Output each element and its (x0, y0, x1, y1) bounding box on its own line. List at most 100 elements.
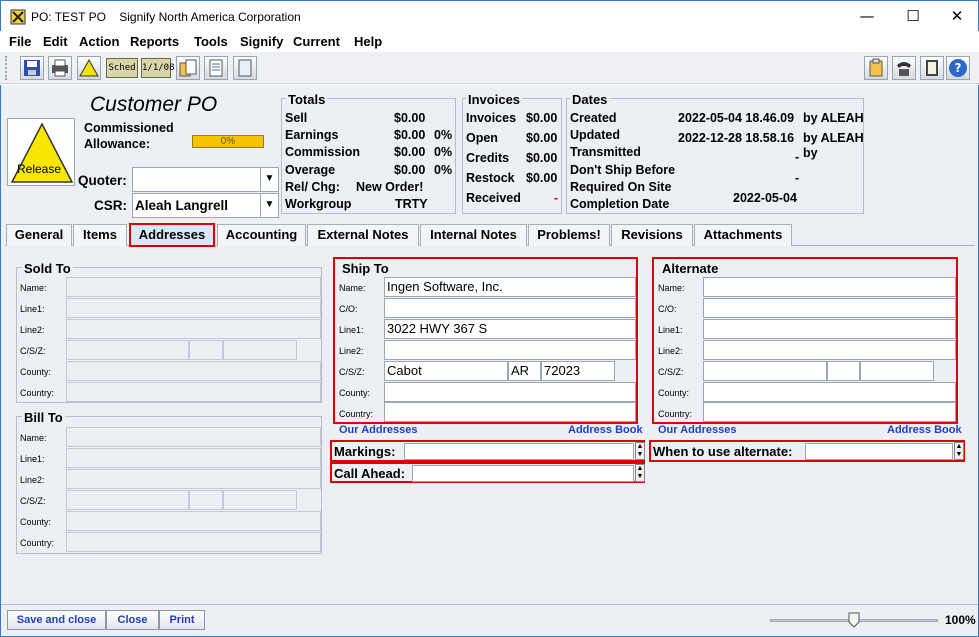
ship-to-city-input[interactable]: Cabot (384, 361, 508, 381)
alternate-county-input[interactable] (703, 382, 956, 402)
field-label: C/S/Z: (20, 496, 46, 506)
alternate-our-addresses-link[interactable]: Our Addresses (658, 424, 736, 436)
field-label: Country: (20, 538, 55, 548)
bill-to-zip-field (223, 490, 297, 510)
sold-to-name-field (66, 277, 321, 297)
call-ahead-row: Call Ahead: ▲ ▼ (330, 462, 645, 483)
warning-icon[interactable] (77, 56, 101, 80)
field-label: Line1: (339, 325, 364, 335)
documents-icon[interactable] (176, 56, 200, 80)
bill-to-name-field (66, 427, 321, 447)
invoices-title: Invoices (466, 92, 523, 107)
markings-row: Markings: ▲ ▼ (330, 440, 645, 462)
tab-problems[interactable]: Problems! (528, 224, 610, 246)
clipboard-icon[interactable] (864, 56, 888, 80)
menu-edit[interactable]: Edit (43, 34, 68, 49)
invoices-value: $0.00 (526, 131, 558, 145)
ship-to-county-input[interactable] (384, 382, 636, 402)
when-alternate-input[interactable] (805, 443, 953, 460)
minimize-button[interactable]: — (844, 1, 890, 32)
tab-accounting[interactable]: Accounting (217, 224, 306, 246)
tab-internal-notes[interactable]: Internal Notes (420, 224, 527, 246)
bottom-divider (1, 604, 978, 605)
sheet-icon[interactable] (233, 56, 257, 80)
invoices-label: Restock (466, 171, 515, 185)
tab-external-notes[interactable]: External Notes (307, 224, 419, 246)
ship-to-line1-input[interactable]: 3022 HWY 367 S (384, 319, 636, 339)
menu-action[interactable]: Action (79, 34, 119, 49)
schedule-button[interactable]: Sched (106, 58, 138, 78)
save-icon[interactable] (20, 56, 44, 80)
ship-to-city-value: Cabot (387, 363, 422, 378)
tab-revisions[interactable]: Revisions (611, 224, 693, 246)
totals-value: TRTY (395, 197, 428, 211)
totals-value: $0.00 (394, 111, 426, 125)
csr-dropdown-icon[interactable]: ▼ (260, 194, 278, 218)
quoter-dropdown-icon[interactable]: ▼ (260, 168, 278, 192)
allowance-label: Allowance: (84, 137, 150, 151)
alternate-country-input[interactable] (703, 402, 956, 422)
menu-tools[interactable]: Tools (194, 34, 228, 49)
menu-signify[interactable]: Signify (240, 34, 283, 49)
close-button[interactable]: Close (106, 610, 159, 630)
book-icon[interactable] (920, 56, 944, 80)
invoices-label: Received (466, 191, 521, 205)
markings-spinner[interactable]: ▲ ▼ (635, 442, 645, 460)
save-and-close-button[interactable]: Save and close (7, 610, 106, 630)
list-icon[interactable] (204, 56, 228, 80)
ship-to-address-book-link[interactable]: Address Book (568, 424, 643, 436)
help-icon[interactable]: ? (946, 56, 970, 80)
tab-items[interactable]: Items (73, 224, 127, 246)
field-label: Line1: (20, 304, 45, 314)
ship-to-country-input[interactable] (384, 402, 636, 422)
alternate-state-input[interactable] (827, 361, 860, 381)
close-window-button[interactable]: ✕ (934, 1, 979, 32)
tab-attachments[interactable]: Attachments (694, 224, 792, 246)
alternate-name-input[interactable] (703, 277, 956, 297)
ship-to-state-input[interactable]: AR (508, 361, 541, 381)
menu-current[interactable]: Current (293, 34, 340, 49)
alternate-line2-input[interactable] (703, 340, 956, 360)
print-button[interactable]: Print (159, 610, 205, 630)
ship-to-co-value (385, 300, 387, 315)
ship-to-zip-input[interactable]: 72023 (541, 361, 615, 381)
call-ahead-input[interactable] (412, 465, 634, 482)
quoter-select[interactable]: ▼ (132, 167, 279, 192)
dates-by: by ALEAH (803, 111, 864, 125)
calendar-date-button[interactable]: 1/1/08 (141, 58, 175, 78)
totals-label: Workgroup (285, 197, 352, 211)
call-ahead-spinner[interactable]: ▲ ▼ (635, 464, 645, 482)
alternate-line1-input[interactable] (703, 319, 956, 339)
alternate-city-input[interactable] (703, 361, 827, 381)
ship-to-co-input[interactable] (384, 298, 636, 318)
markings-label: Markings: (334, 444, 396, 459)
field-label: County: (339, 388, 371, 398)
bill-to-state-field (189, 490, 223, 510)
totals-label: Earnings (285, 128, 339, 142)
phone-icon[interactable] (892, 56, 916, 80)
maximize-button[interactable]: ☐ (890, 1, 936, 32)
quoter-label: Quoter: (78, 173, 127, 188)
csr-select[interactable]: Aleah Langrell ▼ (132, 193, 279, 218)
menu-help[interactable]: Help (354, 34, 382, 49)
ship-to-line2-input[interactable] (384, 340, 636, 360)
tab-general[interactable]: General (6, 224, 72, 246)
allowance-progress-bar: 0% (192, 135, 264, 148)
menu-file[interactable]: File (9, 34, 31, 49)
ship-to-name-input[interactable]: Ingen Software, Inc. (384, 277, 636, 297)
zoom-slider-thumb[interactable] (848, 612, 860, 628)
alternate-co-input[interactable] (703, 298, 956, 318)
ship-to-our-addresses-link[interactable]: Our Addresses (339, 424, 417, 436)
alternate-address-book-link[interactable]: Address Book (887, 424, 962, 436)
markings-input[interactable] (404, 443, 634, 460)
tab-addresses[interactable]: Addresses (129, 223, 215, 247)
alternate-zip-input[interactable] (860, 361, 934, 381)
toolbar-grip (5, 56, 9, 80)
sold-to-county-field (66, 361, 321, 381)
when-alternate-spinner[interactable]: ▲ ▼ (954, 442, 964, 460)
bill-to-city-field (66, 490, 189, 510)
release-button[interactable]: Release (7, 118, 75, 186)
dates-by: by ALEAH (803, 131, 864, 145)
print-icon[interactable] (48, 56, 72, 80)
menu-reports[interactable]: Reports (130, 34, 179, 49)
